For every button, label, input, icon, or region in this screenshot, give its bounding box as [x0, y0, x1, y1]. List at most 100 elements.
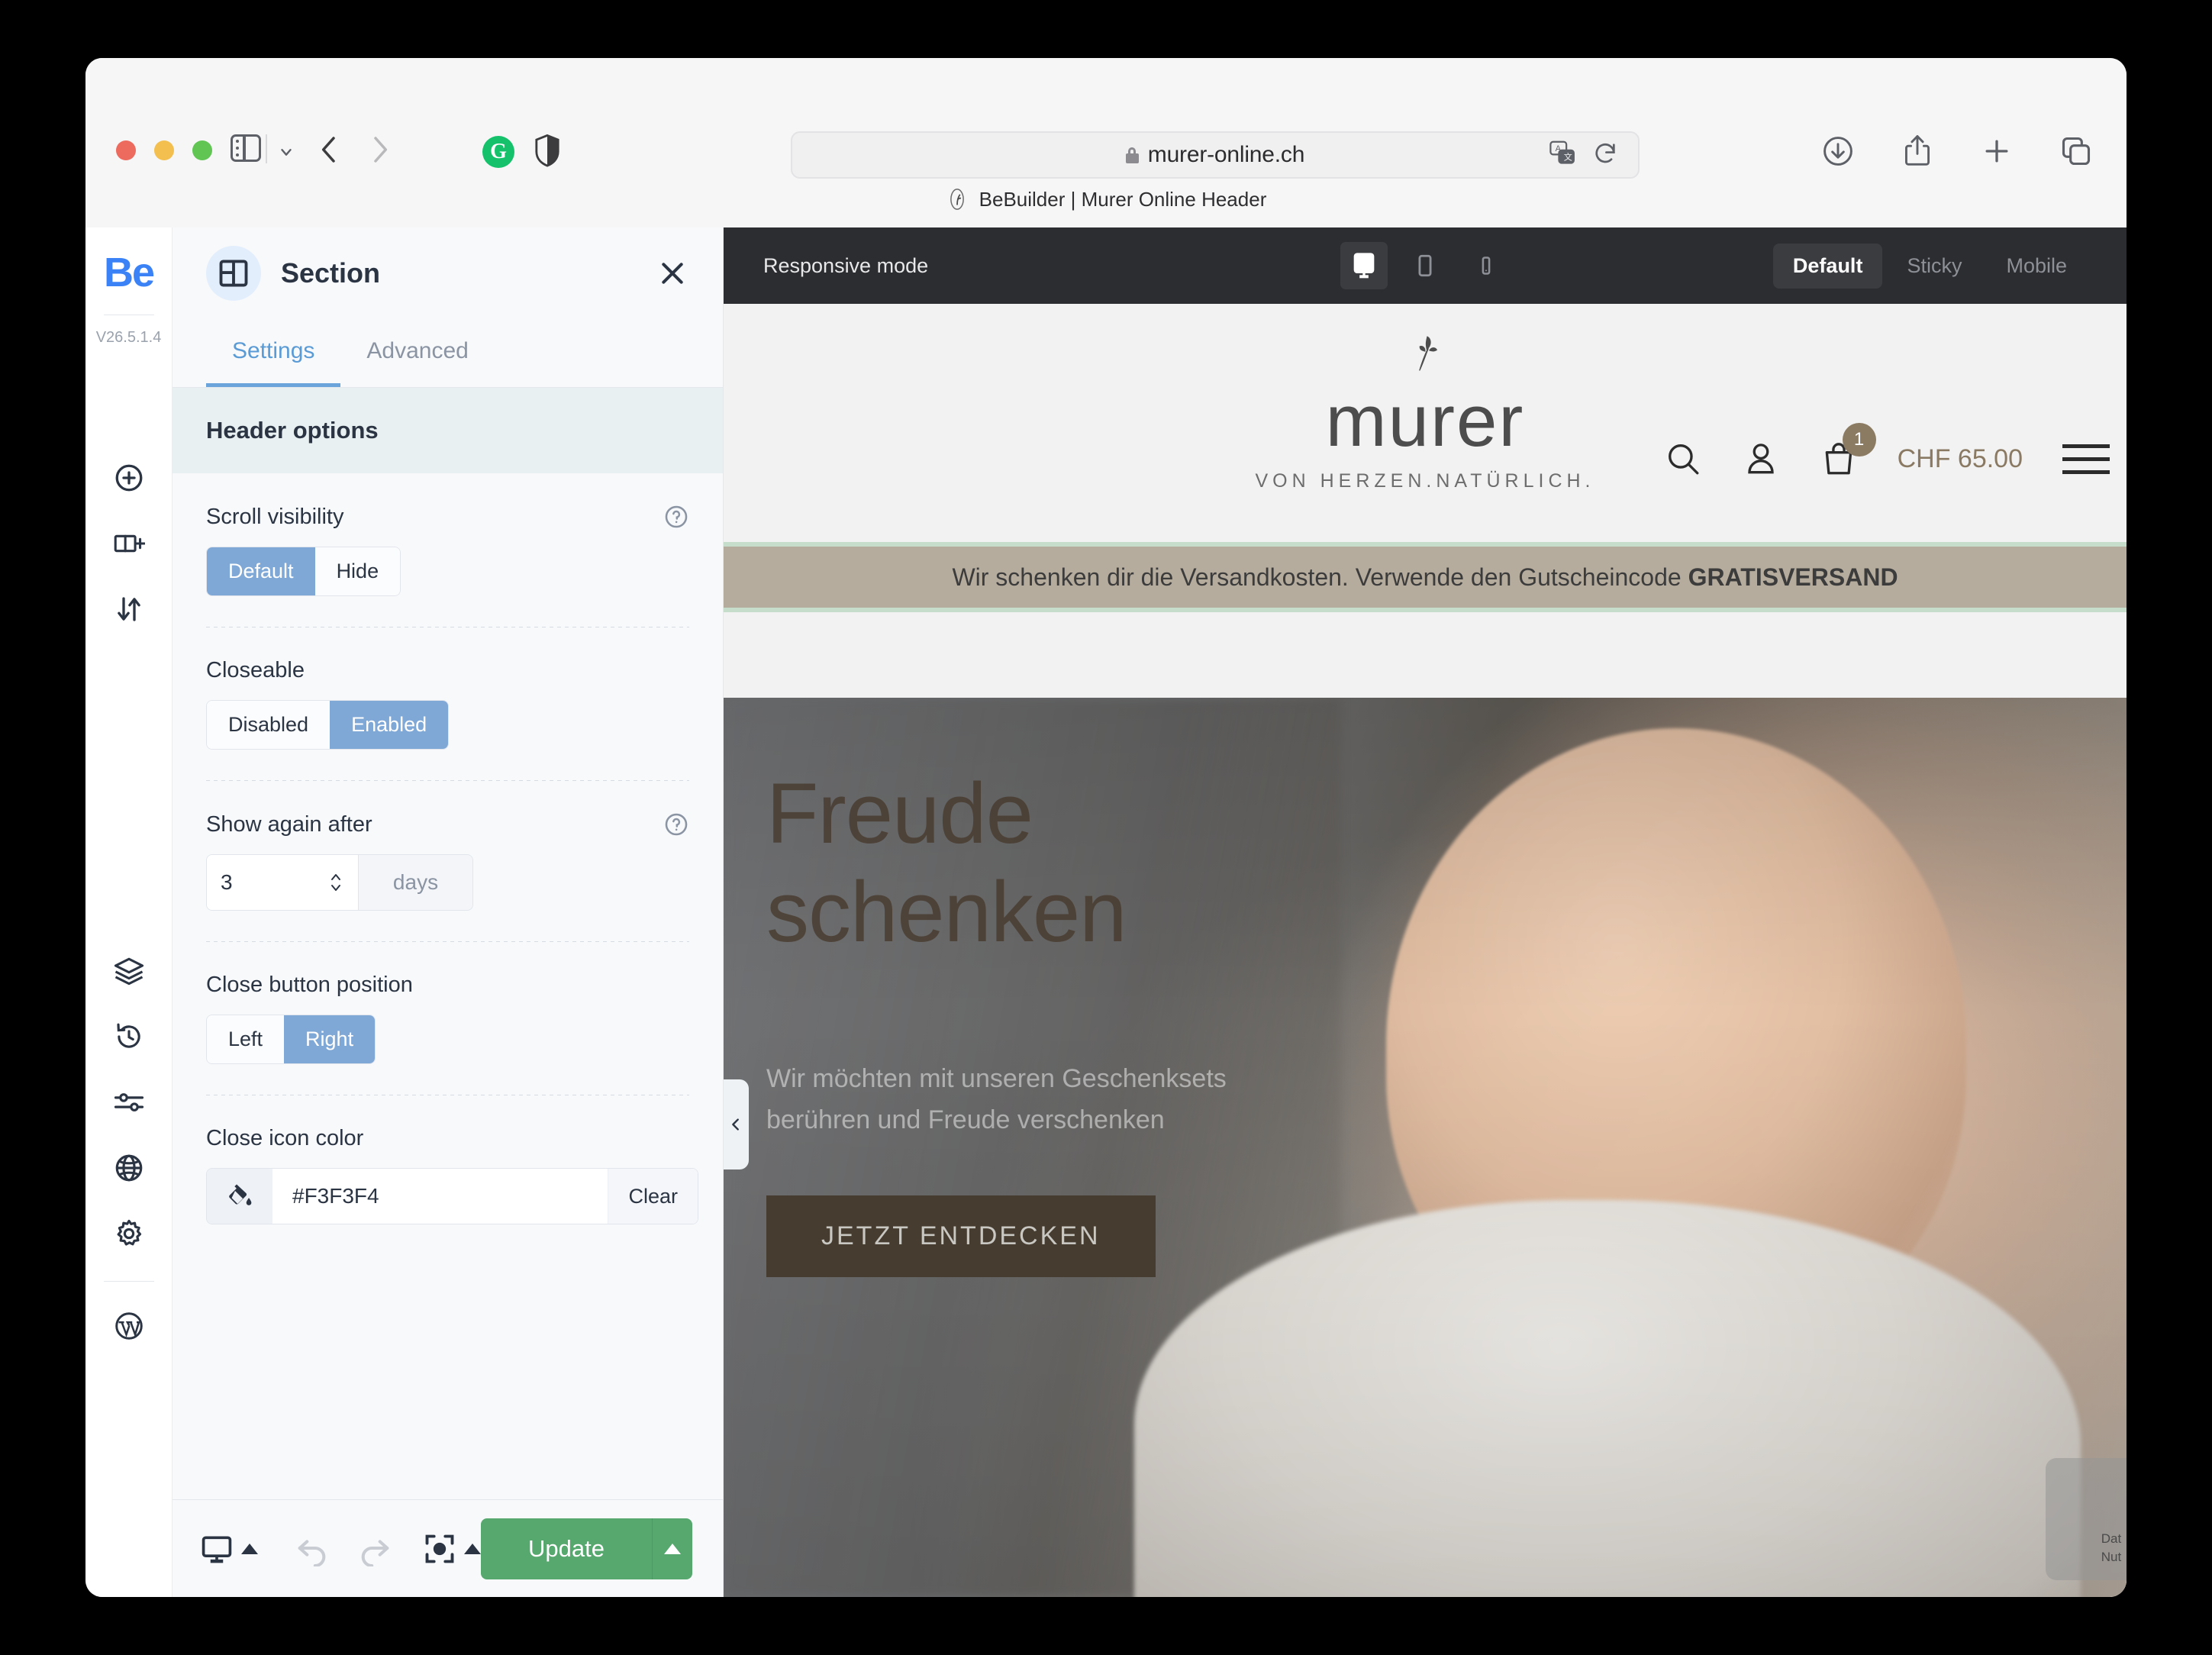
state-mobile[interactable]: Mobile — [1986, 244, 2087, 289]
update-group: Update — [481, 1518, 692, 1579]
panel-content: Header options Scroll visibility Default… — [173, 388, 723, 1499]
version-label: V26.5.1.4 — [95, 329, 162, 346]
share-icon[interactable] — [1901, 134, 1934, 172]
back-arrow-icon[interactable] — [314, 134, 345, 166]
hero-subtitle-line-2: berühren und Freude verschenken — [766, 1105, 1165, 1134]
mobile-icon[interactable] — [1462, 242, 1510, 289]
close-position-right[interactable]: Right — [284, 1015, 376, 1063]
page-title: Section — [281, 257, 381, 289]
tab-advanced[interactable]: Advanced — [340, 319, 494, 387]
tablet-icon[interactable] — [1401, 242, 1449, 289]
shield-icon[interactable] — [534, 134, 560, 168]
hero-title-line-1: Freude — [766, 766, 1033, 861]
closeable-segmented: Disabled Enabled — [206, 700, 450, 750]
update-button[interactable]: Update — [481, 1518, 652, 1579]
preview-caret[interactable] — [464, 1543, 481, 1554]
tab-settings[interactable]: Settings — [206, 319, 341, 387]
update-options-button[interactable] — [651, 1518, 692, 1579]
hero-cta-button[interactable]: JETZT ENTDECKEN — [766, 1195, 1156, 1278]
hero-subtitle: Wir möchten mit unseren Geschenksets ber… — [766, 1058, 1227, 1141]
rail-group-top — [112, 461, 146, 626]
clear-color-button[interactable]: Clear — [608, 1169, 698, 1224]
floating-widget[interactable]: Dat Nut — [2046, 1458, 2127, 1580]
plus-icon[interactable] — [1980, 134, 2014, 172]
forward-arrow-icon[interactable] — [364, 134, 395, 166]
wordpress-icon[interactable] — [112, 1309, 146, 1343]
redo-icon[interactable] — [357, 1531, 392, 1566]
builder-rail: Be V26.5.1.4 — [85, 227, 173, 1597]
add-section-icon[interactable] — [112, 527, 146, 560]
reload-icon[interactable] — [1592, 140, 1618, 170]
svg-text:文: 文 — [1564, 151, 1572, 162]
hamburger-menu-icon[interactable] — [2062, 444, 2110, 474]
translate-icon[interactable]: A 文 — [1549, 140, 1577, 171]
minimize-window-button[interactable] — [154, 140, 174, 160]
scroll-visibility-hide[interactable]: Hide — [314, 547, 401, 595]
field-show-again-after: Show again after 3 days — [173, 781, 723, 911]
chevron-down-icon[interactable] — [278, 144, 295, 160]
search-icon[interactable] — [1664, 440, 1702, 478]
site-header-actions: 1 CHF 65.00 — [1664, 423, 2110, 478]
grammarly-icon[interactable]: G — [482, 136, 514, 168]
preview-icon[interactable] — [423, 1532, 481, 1566]
scroll-visibility-default[interactable]: Default — [207, 547, 315, 595]
tab-overview-icon[interactable] — [2059, 134, 2093, 172]
monitor-caret[interactable] — [241, 1543, 258, 1554]
closeable-disabled[interactable]: Disabled — [207, 701, 331, 749]
close-icon-color-input[interactable]: #F3F3F4 Clear — [272, 1169, 698, 1224]
close-icon[interactable] — [654, 255, 691, 292]
device-switcher — [1340, 242, 1510, 289]
url-text: murer-online.ch — [1147, 142, 1305, 167]
closeable-enabled[interactable]: Enabled — [330, 701, 449, 749]
state-sticky[interactable]: Sticky — [1887, 244, 1981, 289]
stepper-arrows[interactable] — [327, 871, 344, 894]
chevron-left-icon[interactable] — [724, 1079, 749, 1169]
lock-icon — [1125, 147, 1139, 163]
layers-icon[interactable] — [112, 954, 146, 988]
show-again-label: Show again after — [206, 811, 372, 837]
add-element-icon[interactable] — [112, 461, 146, 495]
field-close-icon-color: Close icon color #F3F3F4 Clear — [173, 1095, 723, 1224]
responsive-mode-bar: Responsive mode Default Sticky Mobile — [724, 227, 2127, 304]
maximize-window-button[interactable] — [192, 140, 212, 160]
hero-subtitle-line-1: Wir möchten mit unseren Geschenksets — [766, 1063, 1227, 1093]
show-again-input[interactable]: 3 — [207, 855, 358, 910]
site-header: murer VON HERZEN.NATÜRLICH. 1 CHF 65.00 — [724, 304, 2127, 542]
reorder-icon[interactable] — [112, 592, 146, 626]
desktop-icon[interactable] — [1340, 242, 1388, 289]
show-again-unit: days — [358, 855, 472, 910]
section-header-options: Header options — [173, 388, 723, 473]
show-again-stepper: 3 days — [206, 854, 473, 911]
state-default[interactable]: Default — [1772, 243, 1883, 289]
hero-content: Freude schenken Wir möchten mit unseren … — [766, 765, 1227, 1278]
globe-icon[interactable] — [112, 1151, 146, 1185]
header-state-switcher: Default Sticky Mobile — [1772, 243, 2087, 289]
scroll-visibility-segmented: Default Hide — [206, 547, 401, 596]
close-position-left[interactable]: Left — [207, 1015, 285, 1063]
hero-section: Freude schenken Wir möchten mit unseren … — [724, 698, 2127, 1597]
brand-name: murer — [1325, 380, 1525, 462]
field-closeable: Closeable Disabled Enabled — [173, 627, 723, 750]
shopping-bag-icon[interactable]: 1 — [1820, 423, 1876, 478]
show-again-value: 3 — [221, 870, 233, 894]
help-icon[interactable] — [663, 504, 689, 530]
close-button-position-segmented: Left Right — [206, 1015, 376, 1064]
paint-bucket-icon[interactable] — [207, 1169, 272, 1224]
help-icon[interactable] — [663, 811, 689, 837]
gear-icon[interactable] — [112, 1217, 146, 1250]
promo-banner: Wir schenken dir die Versandkosten. Verw… — [724, 542, 2127, 612]
monitor-icon[interactable] — [200, 1532, 258, 1566]
cart-total: CHF 65.00 — [1897, 444, 2023, 473]
undo-icon[interactable] — [295, 1531, 330, 1566]
address-bar[interactable]: murer-online.ch A 文 — [791, 131, 1640, 179]
brand-block: murer VON HERZEN.NATÜRLICH. — [1255, 333, 1595, 492]
sidebar-icon[interactable] — [231, 134, 263, 165]
close-button-position-label: Close button position — [206, 973, 413, 997]
panel-footer: Update — [173, 1499, 723, 1597]
download-icon[interactable] — [1821, 134, 1855, 172]
close-window-button[interactable] — [116, 140, 136, 160]
sliders-icon[interactable] — [112, 1086, 146, 1119]
user-icon[interactable] — [1742, 440, 1780, 478]
history-icon[interactable] — [112, 1020, 146, 1053]
promo-text: Wir schenken dir die Versandkosten. Verw… — [952, 563, 1898, 591]
